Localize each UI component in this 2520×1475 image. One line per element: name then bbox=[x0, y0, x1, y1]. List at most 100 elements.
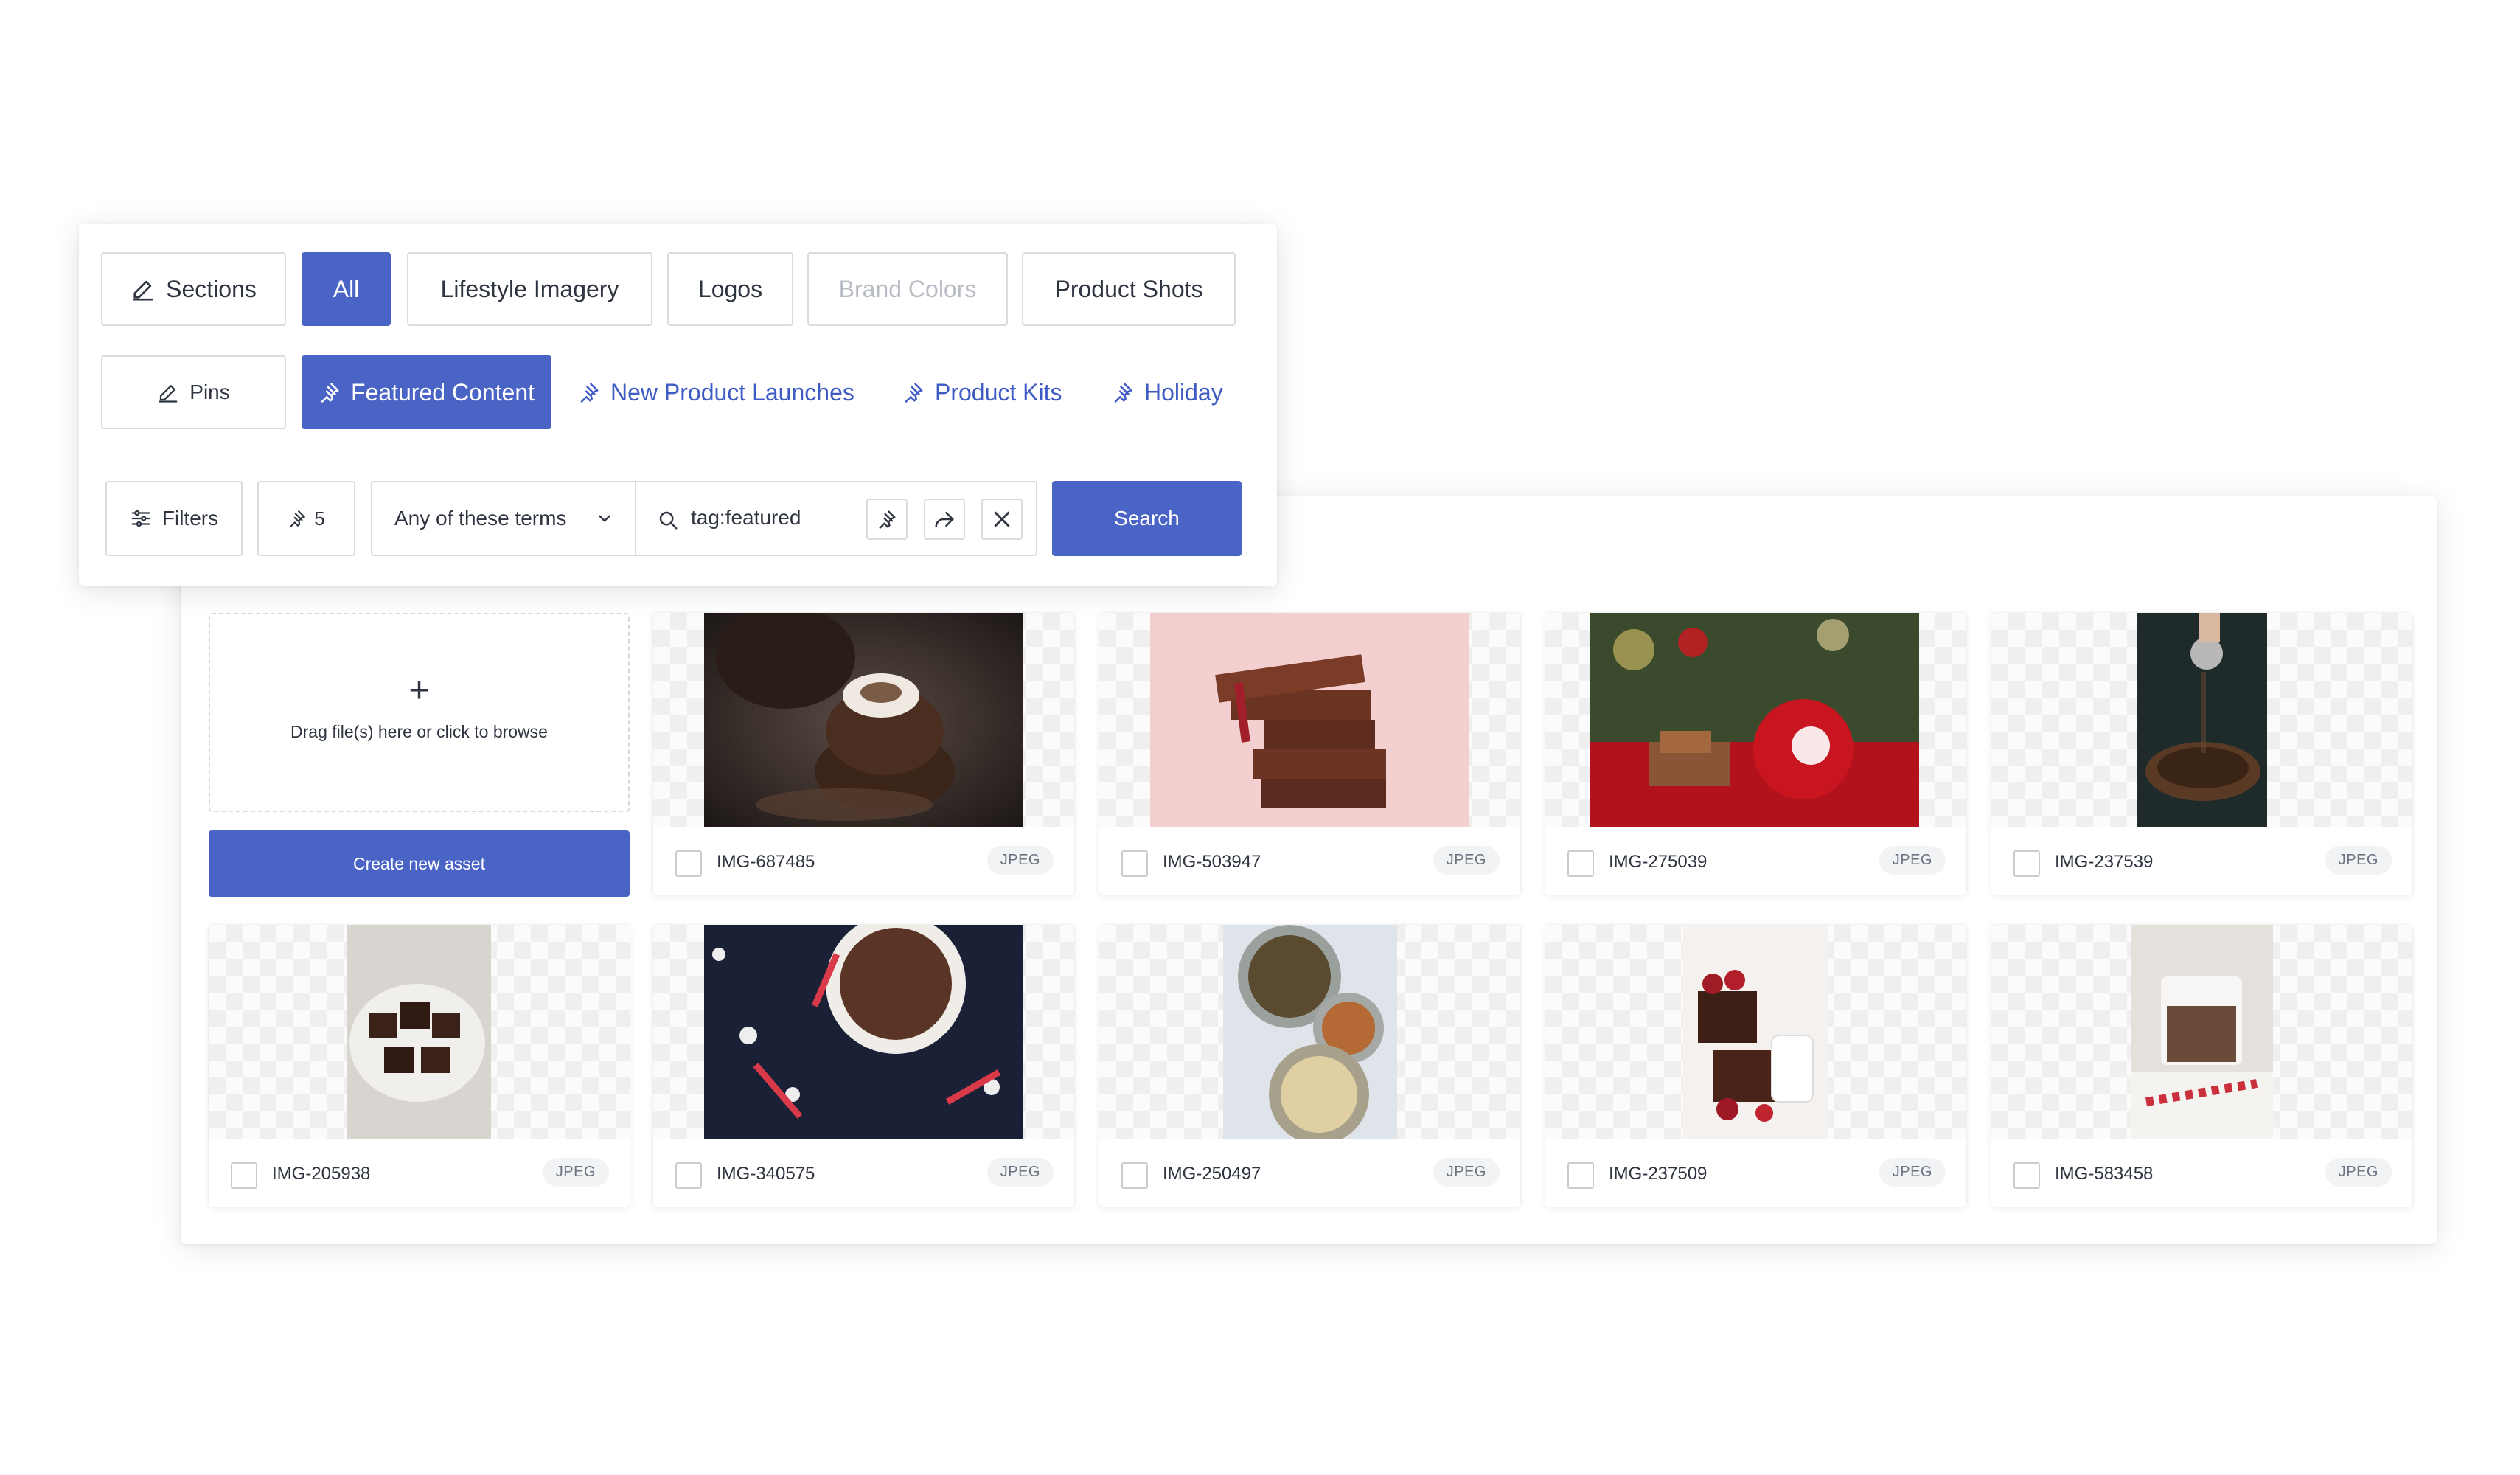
asset-card[interactable]: IMG-503947 JPEG bbox=[1099, 613, 1520, 895]
file-type-badge: JPEG bbox=[542, 1158, 609, 1187]
file-type-badge: JPEG bbox=[1879, 846, 1946, 875]
pin-label: New Product Launches bbox=[610, 378, 854, 406]
tab-logos[interactable]: Logos bbox=[667, 252, 793, 326]
asset-thumbnail[interactable] bbox=[1545, 925, 1966, 1139]
edit-pins-button[interactable]: Pins bbox=[101, 355, 286, 429]
asset-card[interactable]: IMG-250497 JPEG bbox=[1099, 925, 1520, 1207]
chocolate-stack-photo bbox=[1150, 613, 1469, 827]
asset-checkbox[interactable] bbox=[2013, 850, 2040, 877]
plus-icon: + bbox=[408, 671, 430, 710]
asset-thumbnail[interactable] bbox=[209, 925, 630, 1139]
pencil-icon bbox=[157, 381, 179, 403]
file-type-badge: JPEG bbox=[986, 1158, 1054, 1187]
pin-icon bbox=[319, 381, 341, 403]
pin-search-button[interactable] bbox=[866, 499, 908, 540]
file-type-badge: JPEG bbox=[1879, 1158, 1946, 1187]
asset-name: IMG-687485 bbox=[717, 852, 815, 872]
match-mode-select[interactable]: Any of these terms bbox=[371, 481, 636, 556]
asset-checkbox[interactable] bbox=[675, 850, 702, 877]
clear-search-button[interactable] bbox=[981, 499, 1023, 540]
holiday-ornament-photo bbox=[1590, 613, 1919, 827]
filters-label: Filters bbox=[161, 507, 219, 530]
asset-checkbox[interactable] bbox=[1121, 850, 1148, 877]
asset-checkbox[interactable] bbox=[231, 1162, 257, 1189]
pencil-icon bbox=[130, 277, 156, 302]
filters-button[interactable]: Filters bbox=[105, 481, 243, 556]
chocolate-plate-photo bbox=[347, 925, 491, 1139]
brownie-milk-photo bbox=[1683, 925, 1828, 1139]
candy-cane-drink-photo bbox=[2131, 925, 2273, 1139]
asset-name: IMG-275039 bbox=[1609, 852, 1708, 872]
pin-icon bbox=[578, 381, 600, 403]
asset-checkbox[interactable] bbox=[1121, 1162, 1148, 1189]
asset-thumbnail[interactable] bbox=[653, 925, 1074, 1139]
pin-icon bbox=[902, 381, 925, 403]
upload-dropzone[interactable]: + Drag file(s) here or click to browse bbox=[209, 613, 630, 812]
asset-checkbox[interactable] bbox=[2013, 1162, 2040, 1189]
file-type-badge: JPEG bbox=[986, 846, 1054, 875]
asset-card[interactable]: IMG-237539 JPEG bbox=[1991, 613, 2412, 895]
file-type-badge: JPEG bbox=[2325, 846, 2392, 875]
pin-featured-content[interactable]: Featured Content bbox=[302, 355, 551, 429]
asset-thumbnail[interactable] bbox=[1991, 613, 2412, 827]
dropzone-text: Drag file(s) here or click to browse bbox=[290, 722, 548, 741]
asset-checkbox[interactable] bbox=[675, 1162, 702, 1189]
pin-label: Featured Content bbox=[350, 378, 535, 406]
asset-card[interactable]: IMG-340575 JPEG bbox=[653, 925, 1074, 1207]
pin-label: Holiday bbox=[1144, 378, 1223, 406]
pin-icon bbox=[1112, 381, 1134, 403]
asset-name: IMG-237539 bbox=[2055, 852, 2154, 872]
chocolate-cake-photo bbox=[704, 613, 1023, 827]
asset-name: IMG-205938 bbox=[272, 1164, 371, 1184]
asset-name: IMG-340575 bbox=[717, 1164, 815, 1184]
asset-checkbox[interactable] bbox=[1567, 1162, 1594, 1189]
asset-card[interactable]: IMG-205938 JPEG bbox=[209, 925, 630, 1207]
pin-holiday[interactable]: Holiday bbox=[1112, 376, 1223, 409]
match-mode-value: Any of these terms bbox=[394, 507, 567, 530]
file-type-badge: JPEG bbox=[2325, 1158, 2392, 1187]
close-icon bbox=[991, 508, 1013, 530]
pin-product-kits[interactable]: Product Kits bbox=[902, 376, 1062, 409]
tab-all[interactable]: All bbox=[302, 252, 391, 326]
hot-chocolate-photo bbox=[704, 925, 1023, 1139]
tab-lifestyle-imagery[interactable]: Lifestyle Imagery bbox=[407, 252, 652, 326]
asset-thumbnail[interactable] bbox=[1991, 925, 2412, 1139]
edit-sections-label: Sections bbox=[166, 275, 257, 302]
asset-name: IMG-583458 bbox=[2055, 1164, 2154, 1184]
asset-name: IMG-250497 bbox=[1163, 1164, 1261, 1184]
pin-label: Product Kits bbox=[935, 378, 1062, 406]
create-new-asset-button[interactable]: Create new asset bbox=[209, 830, 630, 897]
asset-checkbox[interactable] bbox=[1567, 850, 1594, 877]
pinned-count-button[interactable]: 5 bbox=[257, 481, 355, 556]
chevron-down-icon bbox=[595, 509, 614, 528]
pinned-count: 5 bbox=[314, 507, 325, 530]
pin-icon bbox=[877, 509, 897, 530]
asset-name: IMG-237509 bbox=[1609, 1164, 1708, 1184]
file-type-badge: JPEG bbox=[1433, 846, 1500, 875]
search-query: tag:featured bbox=[691, 506, 801, 529]
asset-card[interactable]: IMG-237509 JPEG bbox=[1545, 925, 1966, 1207]
pin-new-product-launches[interactable]: New Product Launches bbox=[578, 376, 854, 409]
search-icon bbox=[657, 509, 679, 531]
search-input[interactable]: tag:featured bbox=[635, 481, 1037, 556]
pin-icon bbox=[288, 509, 307, 528]
asset-card[interactable]: IMG-687485 JPEG bbox=[653, 613, 1074, 895]
asset-thumbnail[interactable] bbox=[1099, 613, 1520, 827]
edit-sections-button[interactable]: Sections bbox=[101, 252, 286, 326]
asset-thumbnail[interactable] bbox=[1099, 925, 1520, 1139]
tab-brand-colors[interactable]: Brand Colors bbox=[807, 252, 1008, 326]
sliders-icon bbox=[130, 507, 152, 530]
asset-card[interactable]: IMG-583458 JPEG bbox=[1991, 925, 2412, 1207]
search-button[interactable]: Search bbox=[1052, 481, 1242, 556]
cookie-plates-photo bbox=[1223, 925, 1397, 1139]
edit-pins-label: Pins bbox=[189, 381, 230, 403]
tab-product-shots[interactable]: Product Shots bbox=[1022, 252, 1236, 326]
asset-thumbnail[interactable] bbox=[653, 613, 1074, 827]
share-arrow-icon bbox=[933, 508, 956, 530]
file-type-badge: JPEG bbox=[1433, 1158, 1500, 1187]
asset-name: IMG-503947 bbox=[1163, 852, 1261, 872]
share-search-button[interactable] bbox=[924, 499, 965, 540]
asset-thumbnail[interactable] bbox=[1545, 613, 1966, 827]
cocoa-sifting-photo bbox=[2137, 613, 2267, 827]
asset-card[interactable]: IMG-275039 JPEG bbox=[1545, 613, 1966, 895]
